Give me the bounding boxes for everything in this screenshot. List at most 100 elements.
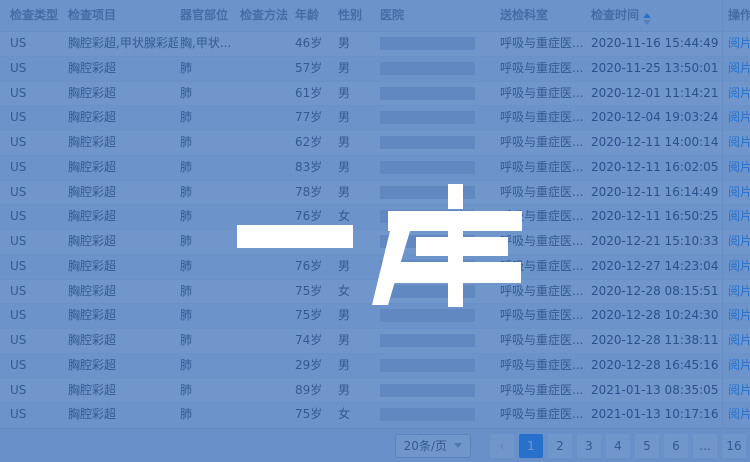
cell-department: 呼吸与重症医... — [500, 32, 590, 55]
cell-actions: 阅片 — [728, 230, 750, 253]
cell-organ: 肺 — [180, 255, 237, 278]
cell-organ: 肺 — [180, 131, 237, 154]
view-image-link[interactable]: 阅片 — [728, 383, 750, 397]
cell-gender: 男 — [338, 329, 377, 352]
cell-hospital — [380, 181, 497, 207]
page-button-4[interactable]: 4 — [606, 434, 630, 458]
cell-exam-type: US — [10, 181, 64, 204]
page-buttons: 123456...16 — [519, 434, 746, 458]
cell-department: 呼吸与重症医... — [500, 379, 590, 402]
view-image-link[interactable]: 阅片 — [728, 110, 750, 124]
actions-column-divider — [722, 0, 723, 428]
table-row: US 胸腔彩超 肺 29岁 男 呼吸与重症医... 2020-12-28 16:… — [0, 354, 750, 379]
page-button-6[interactable]: 6 — [664, 434, 688, 458]
page-button-5[interactable]: 5 — [635, 434, 659, 458]
ellipsis-page-button[interactable]: ... — [693, 434, 717, 458]
sort-carets[interactable] — [643, 13, 651, 25]
page-button-16[interactable]: 16 — [722, 434, 746, 458]
view-image-link[interactable]: 阅片 — [728, 259, 750, 273]
cell-exam-item: 胸腔彩超 — [68, 255, 178, 278]
cell-exam-type: US — [10, 304, 64, 327]
cell-organ: 肺 — [180, 205, 237, 228]
exam-time-label: 检查时间 — [591, 8, 639, 22]
table-header-row: 检查类型 检查项目 器官部位 检查方法 年龄 性别 医院 送检科室 检查时间 操… — [0, 0, 750, 32]
prev-page-button[interactable]: ‹ — [490, 434, 514, 458]
view-image-link[interactable]: 阅片 — [728, 135, 750, 149]
cell-exam-time: 2020-12-01 11:14:21 — [591, 82, 723, 105]
redacted-hospital-name — [380, 235, 475, 248]
cell-exam-type: US — [10, 32, 64, 55]
page-button-3[interactable]: 3 — [577, 434, 601, 458]
cell-exam-item: 胸腔彩超 — [68, 304, 178, 327]
cell-exam-item: 胸腔彩超 — [68, 156, 178, 179]
page-button-2[interactable]: 2 — [548, 434, 572, 458]
view-image-link[interactable]: 阅片 — [728, 308, 750, 322]
table-row: US 胸腔彩超 肺 89岁 男 呼吸与重症医... 2021-01-13 08:… — [0, 379, 750, 404]
view-image-link[interactable]: 阅片 — [728, 61, 750, 75]
cell-actions: 阅片 — [728, 280, 750, 303]
sort-asc-icon[interactable] — [643, 13, 651, 18]
cell-age: 46岁 — [295, 32, 335, 55]
cell-gender: 女 — [338, 280, 377, 303]
redacted-hospital-name — [380, 359, 475, 372]
cell-actions: 阅片 — [728, 205, 750, 228]
table-row: US 胸腔彩超 肺 75岁 女 呼吸与重症医... 2021-01-13 10:… — [0, 403, 750, 428]
cell-actions: 阅片 — [728, 106, 750, 129]
cell-actions: 阅片 — [728, 379, 750, 402]
cell-actions: 阅片 — [728, 156, 750, 179]
cell-age: 76岁 — [295, 205, 335, 228]
cell-actions: 阅片 — [728, 329, 750, 352]
table-row: US 胸腔彩超 肺 74岁 男 呼吸与重症医... 2020-12-28 11:… — [0, 329, 750, 354]
cell-exam-item: 胸腔彩超 — [68, 403, 178, 426]
column-header-gender: 性别 — [338, 0, 377, 31]
table-body: US 胸腔彩超,甲状腺彩超 胸,甲状... 46岁 男 呼吸与重症医... 20… — [0, 32, 750, 428]
view-image-link[interactable]: 阅片 — [728, 358, 750, 372]
view-image-link[interactable]: 阅片 — [728, 86, 750, 100]
redacted-hospital-name — [380, 384, 475, 397]
page-button-1[interactable]: 1 — [519, 434, 543, 458]
cell-age: 66岁 — [295, 230, 335, 253]
page-size-select[interactable]: 20条/页 — [395, 434, 471, 458]
cell-organ: 肺 — [180, 82, 237, 105]
cell-exam-time: 2020-12-21 15:10:33 — [591, 230, 723, 253]
column-header-age: 年龄 — [295, 0, 335, 31]
cell-exam-time: 2020-11-25 13:50:01 — [591, 57, 723, 80]
cell-age: 78岁 — [295, 181, 335, 204]
view-image-link[interactable]: 阅片 — [728, 160, 750, 174]
cell-organ: 肺 — [180, 354, 237, 377]
cell-department: 呼吸与重症医... — [500, 329, 590, 352]
table-row: US 胸腔彩超 肺 75岁 女 呼吸与重症医... 2020-12-28 08:… — [0, 280, 750, 305]
view-image-link[interactable]: 阅片 — [728, 36, 750, 50]
cell-exam-time: 2020-11-16 15:44:49 — [591, 32, 723, 55]
column-header-exam-type: 检查类型 — [10, 0, 64, 31]
cell-organ: 肺 — [180, 230, 237, 253]
column-header-actions: 操作 — [728, 0, 750, 31]
cell-gender: 男 — [338, 131, 377, 154]
view-image-link[interactable]: 阅片 — [728, 333, 750, 347]
cell-exam-time: 2020-12-28 10:24:30 — [591, 304, 723, 327]
column-header-exam-time[interactable]: 检查时间 — [591, 0, 723, 31]
view-image-link[interactable]: 阅片 — [728, 407, 750, 421]
cell-age: 75岁 — [295, 280, 335, 303]
view-image-link[interactable]: 阅片 — [728, 209, 750, 223]
column-header-organ: 器官部位 — [180, 0, 237, 31]
cell-exam-item: 胸腔彩超 — [68, 354, 178, 377]
cell-exam-item: 胸腔彩超 — [68, 329, 178, 352]
cell-exam-time: 2021-01-13 08:35:05 — [591, 379, 723, 402]
cell-actions: 阅片 — [728, 255, 750, 278]
redacted-hospital-name — [380, 87, 475, 100]
view-image-link[interactable]: 阅片 — [728, 185, 750, 199]
sort-desc-icon[interactable] — [643, 20, 651, 25]
view-image-link[interactable]: 阅片 — [728, 284, 750, 298]
redacted-hospital-name — [380, 334, 475, 347]
cell-exam-type: US — [10, 106, 64, 129]
cell-exam-item: 胸腔彩超 — [68, 82, 178, 105]
cell-hospital — [380, 106, 497, 132]
view-image-link[interactable]: 阅片 — [728, 234, 750, 248]
cell-hospital — [380, 205, 497, 231]
cell-actions: 阅片 — [728, 32, 750, 55]
cell-exam-item: 胸腔彩超 — [68, 106, 178, 129]
cell-organ: 肺 — [180, 156, 237, 179]
cell-exam-type: US — [10, 379, 64, 402]
cell-age: 57岁 — [295, 57, 335, 80]
